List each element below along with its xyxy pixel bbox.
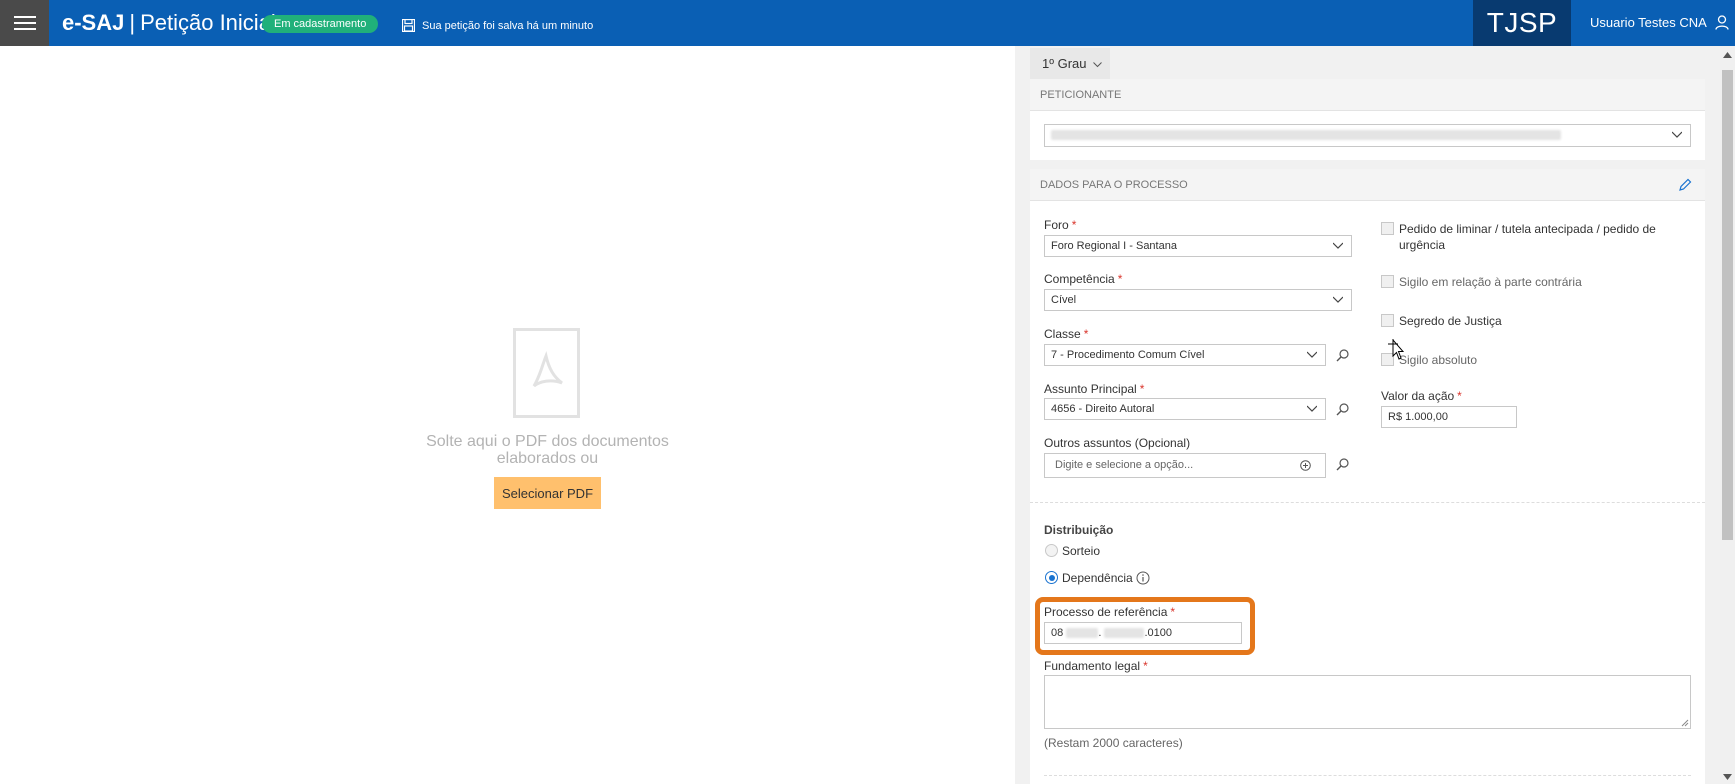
pdf-drop-zone[interactable] <box>0 46 1015 784</box>
segredo-checkbox[interactable] <box>1381 314 1394 327</box>
search-icon[interactable] <box>1336 402 1350 416</box>
sorteio-radio[interactable] <box>1045 544 1058 557</box>
scroll-down-icon[interactable] <box>1723 774 1732 780</box>
org-logo: TJSP <box>1473 0 1571 46</box>
assunto-value: 4656 - Direito Autoral <box>1051 403 1155 415</box>
user-icon <box>1715 15 1729 30</box>
scroll-up-icon[interactable] <box>1723 52 1732 58</box>
app-name: e-SAJ <box>62 10 125 35</box>
required-mark: * <box>1457 389 1462 403</box>
outros-assuntos-placeholder: Digite e selecione a opção... <box>1055 459 1194 471</box>
classe-label-text: Classe <box>1044 327 1081 341</box>
highlight-box <box>1035 597 1255 655</box>
fundamento-label-text: Fundamento legal <box>1044 659 1141 673</box>
sigilo-contraria-label: Sigilo em relação à parte contrária <box>1399 275 1582 289</box>
chevron-down-icon <box>1093 62 1102 68</box>
resize-handle-icon[interactable] <box>1680 718 1689 727</box>
foro-select[interactable]: Foro Regional I - Santana <box>1044 235 1352 257</box>
page-title: Petição Inicial <box>140 10 276 35</box>
liminar-checkbox[interactable] <box>1381 222 1394 235</box>
foro-label-text: Foro <box>1044 218 1069 232</box>
required-mark: * <box>1083 327 1089 341</box>
select-pdf-button[interactable]: Selecionar PDF <box>494 477 601 509</box>
user-menu[interactable]: Usuario Testes CNA <box>1590 15 1729 30</box>
competencia-select[interactable]: Cível <box>1044 289 1352 311</box>
chevron-down-icon <box>1672 131 1682 138</box>
scrollbar-thumb[interactable] <box>1722 70 1733 540</box>
pencil-icon[interactable] <box>1677 177 1693 193</box>
brand-separator: | <box>129 10 136 35</box>
fundamento-textarea[interactable] <box>1044 675 1691 729</box>
liminar-label: Pedido de liminar / tutela antecipada / … <box>1399 222 1656 252</box>
dados-processo-header: DADOS PARA O PROCESSO <box>1030 169 1705 201</box>
divider <box>1044 775 1691 776</box>
acrobat-icon <box>532 350 563 388</box>
peticionante-select[interactable] <box>1044 124 1691 147</box>
mouse-cursor-icon <box>1388 339 1405 360</box>
classe-label: Classe * <box>1044 327 1088 341</box>
assunto-label-text: Assunto Principal <box>1044 382 1137 396</box>
chevron-down-icon <box>1307 405 1317 412</box>
assunto-label: Assunto Principal * <box>1044 382 1144 396</box>
competencia-label: Competência * <box>1044 272 1122 286</box>
user-name: Usuario Testes CNA <box>1590 15 1707 30</box>
foro-label: Foro * <box>1044 218 1076 232</box>
assunto-select[interactable]: 4656 - Direito Autoral <box>1044 398 1326 420</box>
search-icon[interactable] <box>1336 348 1350 362</box>
foro-value: Foro Regional I - Santana <box>1051 240 1177 252</box>
search-icon[interactable] <box>1336 457 1350 471</box>
valor-value: R$ 1.000,00 <box>1388 411 1448 423</box>
info-icon[interactable] <box>1136 571 1150 585</box>
hamburger-menu-icon[interactable] <box>0 0 49 46</box>
drop-instructions: Solte aqui o PDF dos documentos elaborad… <box>426 433 669 467</box>
tab-grau-label: 1º Grau <box>1042 56 1087 71</box>
valor-input[interactable]: R$ 1.000,00 <box>1381 406 1517 428</box>
required-mark: * <box>1139 382 1145 396</box>
brand: e-SAJ | Petição Inicial <box>62 10 276 36</box>
peticionante-header: PETICIONANTE <box>1030 79 1705 111</box>
outros-assuntos-input[interactable]: Digite e selecione a opção... <box>1044 453 1326 478</box>
chevron-down-icon <box>1333 296 1343 303</box>
valor-label: Valor da ação * <box>1381 389 1462 403</box>
segredo-label: Segredo de Justiça <box>1399 314 1502 328</box>
competencia-value: Cível <box>1051 294 1077 306</box>
divider <box>1030 502 1705 503</box>
save-status: Sua petição foi salva há um minuto <box>402 19 593 32</box>
required-mark: * <box>1117 272 1123 286</box>
sigilo-absoluto-label: Sigilo absoluto <box>1399 353 1478 367</box>
required-mark: * <box>1143 659 1148 673</box>
status-badge: Em cadastramento <box>262 15 379 33</box>
outros-assuntos-label: Outros assuntos (Opcional) <box>1044 436 1191 450</box>
redacted-text <box>1051 130 1561 141</box>
competencia-label-text: Competência <box>1044 272 1115 286</box>
sigilo-contraria-checkbox[interactable] <box>1381 275 1394 288</box>
fundamento-remaining: (Restam 2000 caracteres) <box>1044 736 1183 750</box>
add-circle-icon[interactable] <box>1300 460 1311 471</box>
classe-value: 7 - Procedimento Comum Cível <box>1051 349 1205 361</box>
sorteio-label: Sorteio <box>1062 544 1101 558</box>
save-status-text: Sua petição foi salva há um minuto <box>422 19 594 32</box>
dependencia-radio[interactable] <box>1045 571 1058 584</box>
required-mark: * <box>1071 218 1077 232</box>
dependencia-label: Dependência <box>1062 571 1133 585</box>
chevron-down-icon <box>1307 351 1317 358</box>
floppy-disk-icon <box>402 19 415 32</box>
dados-processo-title: DADOS PARA O PROCESSO <box>1040 179 1188 191</box>
fundamento-label: Fundamento legal * <box>1044 659 1148 673</box>
classe-select[interactable]: 7 - Procedimento Comum Cível <box>1044 344 1326 366</box>
valor-label-text: Valor da ação <box>1381 389 1455 403</box>
tab-grau[interactable]: 1º Grau <box>1030 48 1110 80</box>
chevron-down-icon <box>1333 242 1343 249</box>
pdf-file-icon <box>513 328 580 418</box>
distribuicao-label: Distribuição <box>1044 523 1114 537</box>
